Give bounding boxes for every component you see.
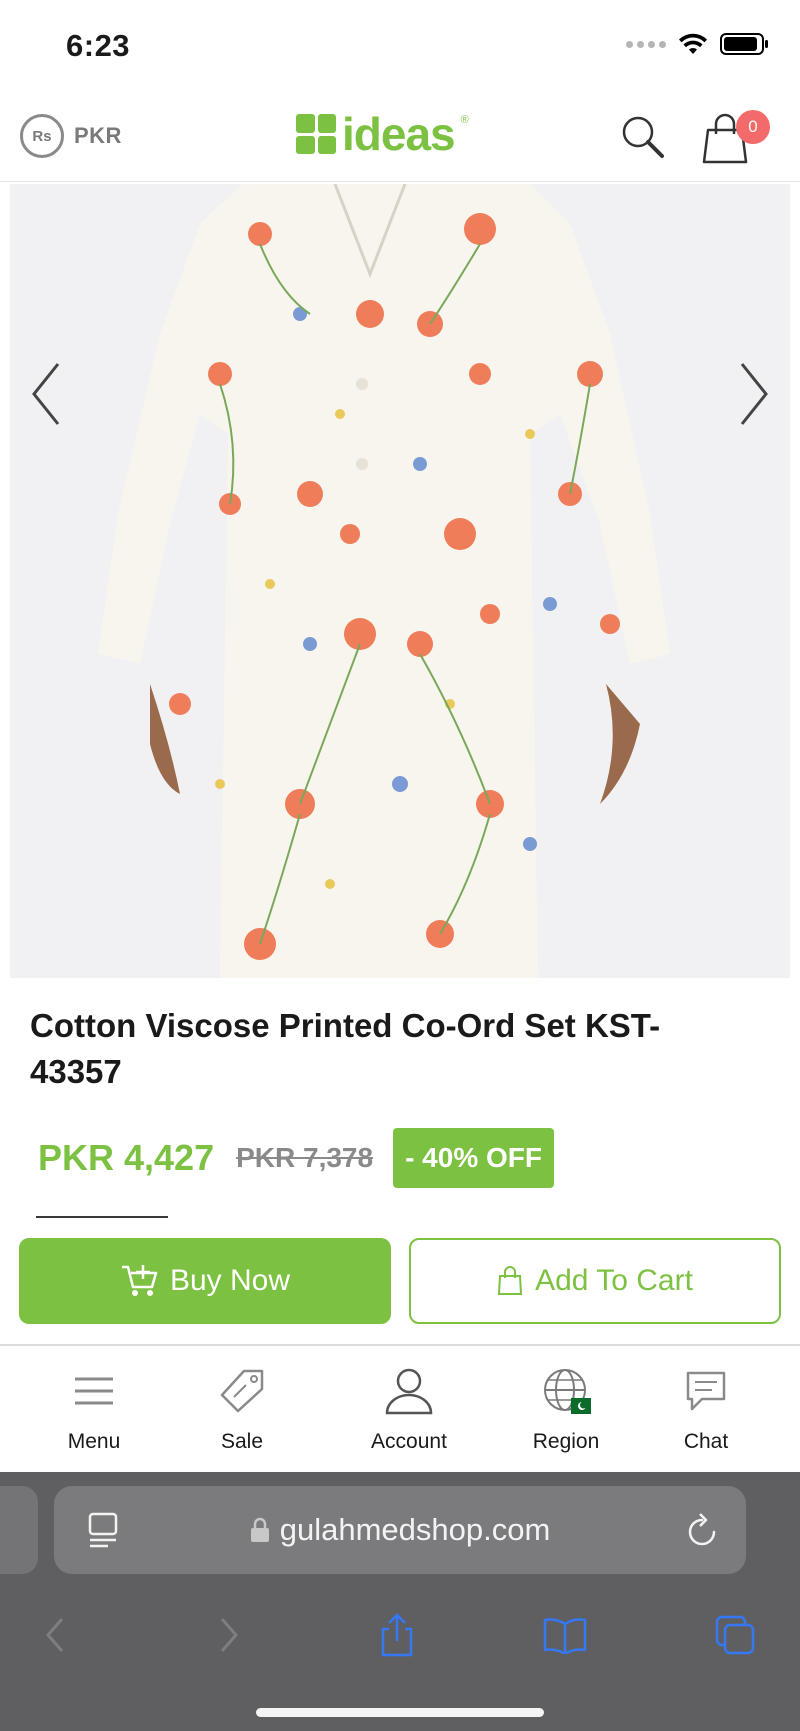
- search-icon: [622, 116, 664, 158]
- browser-chrome: gulahmedshop.com: [0, 1472, 800, 1731]
- site-header: Rs PKR ideas ® 0: [0, 92, 800, 182]
- nav-item-chat[interactable]: Chat: [636, 1354, 776, 1454]
- wifi-icon: [679, 33, 707, 54]
- nav-label-menu: Menu: [67, 1430, 121, 1453]
- nav-item-menu[interactable]: Menu: [24, 1354, 164, 1454]
- forward-arrow-icon: [220, 1618, 238, 1652]
- discount-badge: - 40% OFF: [393, 1128, 554, 1188]
- logo-mark-icon: [296, 114, 336, 154]
- current-price: PKR 4,427: [38, 1137, 215, 1178]
- add-to-cart-label: Add To Cart: [535, 1264, 693, 1297]
- logo-registered-mark: ®: [460, 114, 469, 126]
- reload-button[interactable]: [684, 1510, 720, 1555]
- nav-item-region[interactable]: Region: [496, 1354, 636, 1454]
- product-actions: Buy Now Add To Cart: [19, 1238, 781, 1324]
- status-indicators: [626, 32, 770, 56]
- url-text: gulahmedshop.com: [279, 1512, 551, 1547]
- share-button[interactable]: [372, 1610, 422, 1660]
- currency-selector[interactable]: Rs PKR: [20, 114, 122, 158]
- share-icon: [381, 1613, 413, 1657]
- home-indicator: [256, 1708, 544, 1717]
- currency-label: PKR: [74, 123, 122, 148]
- bookmarks-button[interactable]: [540, 1610, 590, 1660]
- book-icon: [543, 1618, 587, 1654]
- logo-text: ideas: [342, 108, 456, 160]
- cart-count-badge: 0: [736, 110, 770, 144]
- lock-icon: [250, 1517, 269, 1542]
- cart-add-icon: [121, 1265, 158, 1296]
- previous-tab-preview[interactable]: [0, 1486, 38, 1574]
- original-price: PKR 7,378: [236, 1142, 374, 1173]
- search-button[interactable]: [618, 112, 668, 162]
- nav-label-sale: Sale: [220, 1430, 264, 1453]
- status-bar: 6:23: [0, 0, 800, 92]
- url-display: gulahmedshop.com: [54, 1486, 746, 1574]
- price-row: PKR 4,427 PKR 7,378 - 40% OFF: [38, 1128, 554, 1188]
- globe-icon: [539, 1364, 593, 1418]
- nav-item-account[interactable]: Account: [339, 1354, 479, 1454]
- tabs-icon: [715, 1615, 755, 1655]
- product-title: Cotton Viscose Printed Co-Ord Set KST-43…: [30, 1007, 661, 1090]
- bag-icon: [498, 1266, 523, 1295]
- rupee-icon: Rs: [20, 114, 64, 158]
- bottom-navigation: Menu Sale Account Region Chat: [0, 1344, 800, 1472]
- section-divider: [36, 1216, 168, 1218]
- back-arrow-icon: [46, 1618, 64, 1652]
- cellular-signal-icon: [626, 40, 666, 48]
- nav-item-sale[interactable]: Sale: [172, 1354, 312, 1454]
- hamburger-icon: [67, 1364, 121, 1418]
- buy-now-label: Buy Now: [169, 1264, 291, 1297]
- back-button[interactable]: [30, 1610, 80, 1660]
- brand-logo[interactable]: ideas ®: [296, 108, 469, 160]
- next-image-button[interactable]: [728, 354, 778, 434]
- browser-toolbar: [0, 1600, 800, 1680]
- forward-button[interactable]: [204, 1610, 254, 1660]
- nav-label-chat: Chat: [683, 1430, 729, 1453]
- product-image-gallery[interactable]: [10, 184, 790, 978]
- battery-icon: [720, 33, 768, 55]
- address-bar[interactable]: gulahmedshop.com: [54, 1486, 746, 1574]
- tag-icon: [215, 1364, 269, 1418]
- tabs-button[interactable]: [710, 1610, 760, 1660]
- reload-icon: [688, 1513, 716, 1546]
- nav-label-account: Account: [371, 1430, 447, 1453]
- buy-now-button[interactable]: Buy Now: [19, 1238, 391, 1324]
- product-image: [10, 184, 790, 978]
- add-to-cart-button[interactable]: Add To Cart: [409, 1238, 781, 1324]
- cart-button[interactable]: 0: [700, 110, 770, 166]
- previous-image-button[interactable]: [22, 354, 72, 434]
- status-time: 6:23: [66, 28, 131, 63]
- user-icon: [382, 1364, 436, 1418]
- chevron-right-icon: [740, 363, 768, 425]
- chevron-left-icon: [32, 363, 60, 425]
- chat-icon: [679, 1364, 733, 1418]
- nav-label-region: Region: [532, 1430, 600, 1453]
